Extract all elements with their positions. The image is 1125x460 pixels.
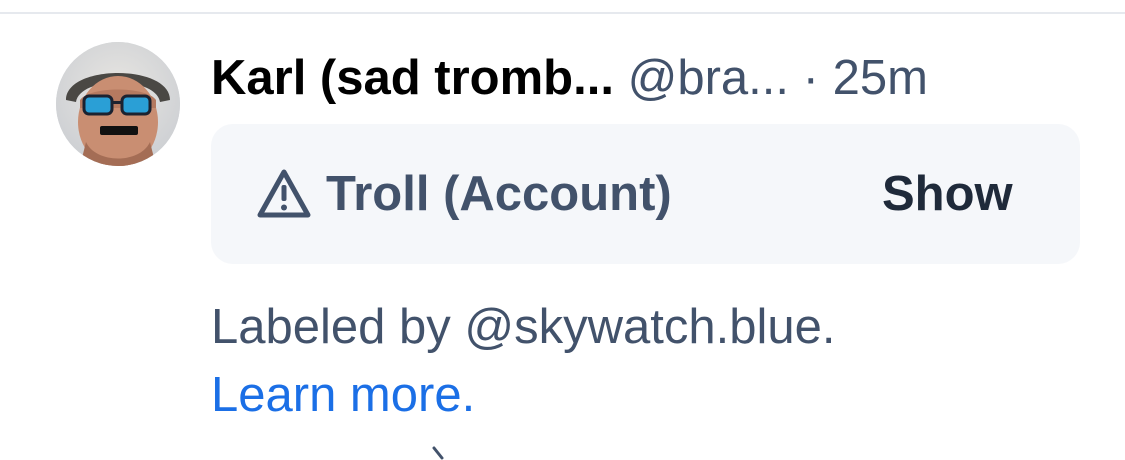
author-name[interactable]: Karl (sad tromb... [211, 51, 614, 105]
show-button[interactable]: Show [882, 164, 1013, 224]
warning-triangle-icon [257, 169, 311, 218]
post-header: Karl (sad tromb... @bra... · 25m [211, 46, 1091, 110]
author-handle[interactable]: @bra... [628, 51, 789, 105]
labeled-by-text: Labeled by @skywatch.blue. [211, 300, 836, 354]
post-timestamp[interactable]: 25m [833, 51, 928, 105]
avatar-photo [56, 42, 180, 166]
dot-separator: · [802, 51, 819, 105]
clipped-chevron-icon [432, 446, 444, 460]
top-divider [0, 12, 1125, 14]
moderation-label: Troll (Account) [326, 167, 672, 221]
avatar[interactable] [56, 42, 180, 166]
learn-more-link[interactable]: Learn more. [211, 364, 475, 426]
